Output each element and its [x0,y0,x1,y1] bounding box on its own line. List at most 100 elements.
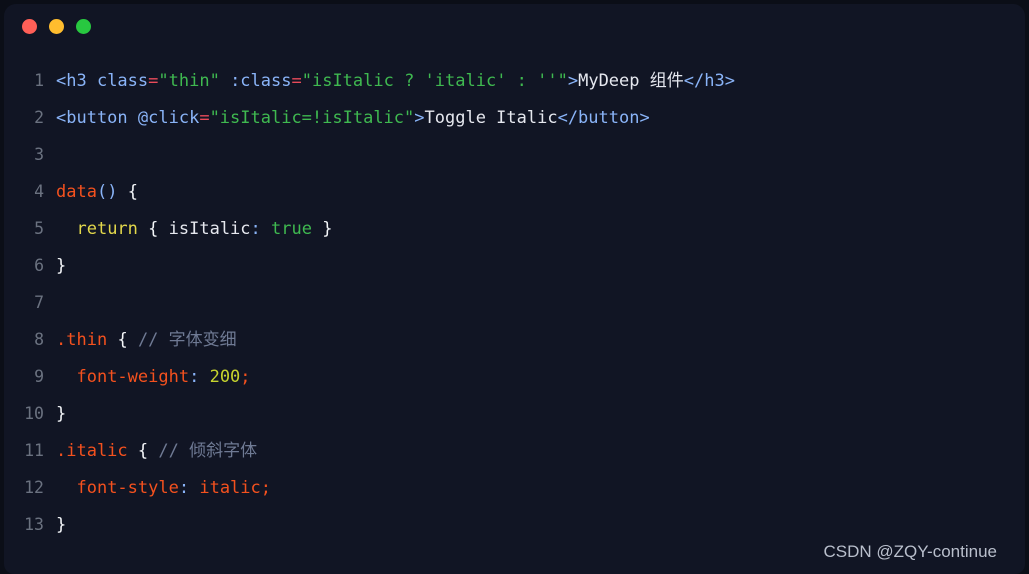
code-token: > [567,71,579,91]
code-line[interactable]: 8 .thin { // 字体变细 [4,321,1025,358]
code-line[interactable]: 11 .italic { // 倾斜字体 [4,432,1025,469]
code-token: .italic [56,441,128,461]
code-line-text[interactable]: <button @click="isItalic=!isItalic">Togg… [56,100,1025,137]
code-token: class [96,71,149,91]
code-token: return [76,219,138,239]
code-token: .thin [56,330,108,350]
code-token: italic [199,478,261,498]
line-number: 13 [24,515,44,534]
code-line-text[interactable]: font-weight: 200; [56,359,1025,396]
code-line-text[interactable]: return { isItalic: true } [56,211,1025,248]
code-line-text[interactable]: font-style: italic; [56,470,1025,507]
code-line[interactable]: 13} [4,506,1025,543]
code-line-text[interactable]: } [56,248,1025,285]
code-token: // 字体变细 [137,330,237,350]
code-line[interactable]: 4 data() { [4,173,1025,210]
code-token: data [56,182,97,202]
code-token: MyDeep 组件 [578,71,684,91]
watermark: CSDN @ZQY-continue [823,542,997,561]
code-line[interactable]: 6} [4,247,1025,284]
code-token: } [322,219,333,239]
close-window-button[interactable] [22,18,37,34]
code-token: <button [56,108,138,128]
line-number: 6 [34,256,44,275]
maximize-window-button[interactable] [76,18,91,34]
code-token: } [56,404,67,424]
minimize-window-button[interactable] [49,18,64,34]
line-number: 10 [24,404,44,423]
code-line[interactable]: 5 return { isItalic: true } [4,210,1025,247]
code-token: { [117,330,128,350]
window-titlebar [4,4,1025,48]
code-line-text[interactable]: .italic { // 倾斜字体 [56,433,1025,470]
code-line[interactable]: 12 font-style: italic; [4,469,1025,506]
code-token: = [148,71,159,91]
code-token: Toggle Italic [424,108,558,128]
code-line[interactable]: 1 <h3 class="thin" :class="isItalic ? 'it… [4,62,1025,99]
code-token: font-style [76,478,179,498]
code-content-area[interactable]: 1 <h3 class="thin" :class="isItalic ? 'it… [4,48,1025,543]
code-token: } [56,256,67,276]
code-token: ; [260,478,272,498]
code-token: true [271,219,312,239]
code-line-text[interactable]: } [56,507,1025,544]
code-token: } [56,515,67,535]
code-token: 200 [209,367,241,387]
code-editor-window: 1 <h3 class="thin" :class="isItalic ? 'it… [4,4,1025,574]
code-token: "thin" [158,71,220,91]
code-token: { [127,182,138,202]
code-line-text[interactable]: .thin { // 字体变细 [56,322,1025,359]
code-token: { [137,441,149,461]
line-number: 2 [34,108,44,127]
line-number: 7 [34,293,44,312]
code-token: : [189,367,200,387]
code-token: "isItalic=!isItalic" [209,108,415,128]
code-token: isItalic [158,219,251,239]
code-token: <h3 [56,71,97,91]
code-token: = [291,71,302,91]
line-number: 1 [34,71,44,90]
code-token: () [96,182,118,202]
code-line-text[interactable]: } [56,396,1025,433]
code-token: = [199,108,210,128]
code-token: > [414,108,425,128]
code-token: </h3> [683,71,735,91]
code-token: { [148,219,159,239]
code-token: // 倾斜字体 [158,441,258,461]
code-token: ; [240,367,251,387]
line-number: 8 [34,330,44,349]
line-number: 4 [34,182,44,201]
code-token: : [250,219,261,239]
line-number: 3 [34,145,44,164]
code-line-text[interactable]: data() { [56,174,1025,211]
code-line[interactable]: 3 [4,136,1025,173]
line-number: 12 [24,478,44,497]
line-number: 11 [24,441,44,460]
code-token: :class [230,71,292,91]
code-token: font-weight [76,367,190,387]
code-line[interactable]: 7 [4,284,1025,321]
code-token: @click [137,108,200,128]
code-line-text[interactable]: <h3 class="thin" :class="isItalic ? 'ita… [56,63,1025,100]
code-line[interactable]: 10} [4,395,1025,432]
line-number: 9 [34,367,44,386]
code-line[interactable]: 9 font-weight: 200; [4,358,1025,395]
code-line[interactable]: 2 <button @click="isItalic=!isItalic">Tog… [4,99,1025,136]
code-token: </button> [557,108,650,128]
code-token: "isItalic ? 'italic' : ''" [301,71,568,91]
code-token: : [178,478,190,498]
